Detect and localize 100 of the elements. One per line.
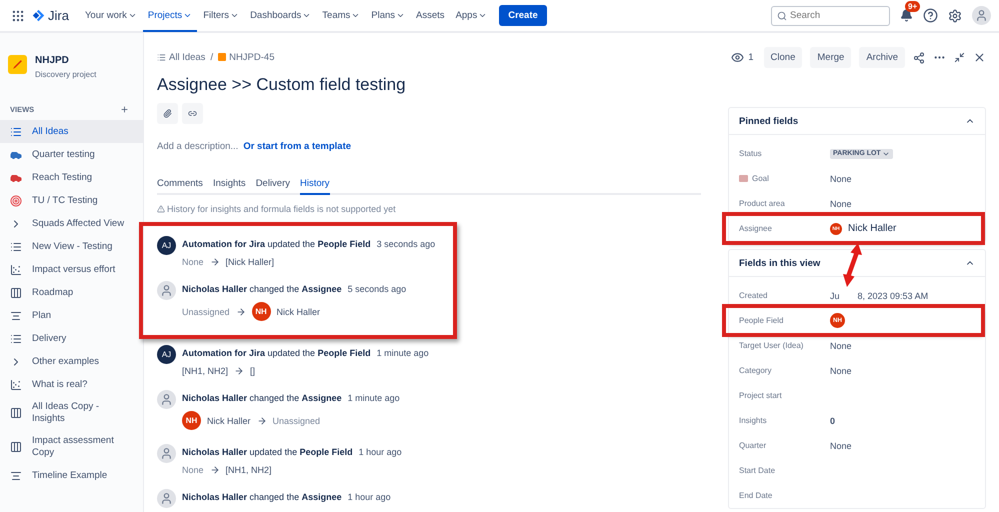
jira-logo-icon [32,9,45,22]
action-button[interactable]: Archive [859,47,905,68]
field-value: None [830,174,852,184]
nav-menu-item[interactable]: Teams [317,1,366,32]
nav-menu-item[interactable]: Your work [80,1,142,32]
sidebar-item[interactable]: Timeline Example [0,464,143,487]
change-value: [NH1, NH2] [226,465,272,475]
tab[interactable]: Comments [157,175,203,195]
sidebar-item[interactable]: Squads Affected View [0,212,143,235]
field-value: None [830,440,852,450]
sidebar-item[interactable]: Quarter testing [0,143,143,166]
change-value: None [182,465,204,475]
link-button[interactable] [182,103,203,124]
user-silhouette-icon [157,390,176,409]
field-label: End Date [739,491,772,500]
action-button[interactable]: Merge [810,47,852,68]
share-icon[interactable] [913,52,925,64]
notification-count-badge: 9+ [905,1,920,12]
breadcrumb-link[interactable]: NHJPD-45 [218,52,274,62]
close-icon[interactable] [973,51,986,64]
user-silhouette-icon [157,489,176,508]
search-field[interactable]: Search [771,6,890,26]
sidebar-item[interactable]: Other examples [0,350,143,373]
history-text: Automation for Jira updated the People Field [182,348,371,358]
change-value: Unassigned [182,306,230,316]
field-value: None [830,366,852,376]
sidebar-item[interactable]: All Ideas Copy - Insights [0,396,143,430]
field-value: Nick Haller [848,223,896,234]
sidebar-item[interactable]: Reach Testing [0,166,143,189]
warning-icon [157,205,165,213]
arrow-right-icon [236,306,246,316]
field-value: None [830,340,852,350]
tab[interactable]: Insights [212,175,246,195]
history-time: 1 minute ago [376,348,429,358]
project-type: Discovery project [35,70,96,79]
field-label: Goal [752,174,769,183]
arrow-right-icon [210,465,220,475]
sidebar-item[interactable]: Plan [0,304,143,327]
sidebar-item[interactable]: Impact assessment Copy [0,430,143,464]
nav-menu-item[interactable]: Apps [450,1,492,32]
create-button[interactable]: Create [499,5,547,26]
breadcrumb-separator: / [210,52,214,62]
card-title: Fields in this view [739,258,820,268]
project-icon [8,55,27,74]
sidebar-item[interactable]: Roadmap [0,281,143,304]
field-label: Product area [739,199,785,208]
paperclip-icon [163,108,172,119]
minimize-icon[interactable] [954,52,965,63]
sidebar-item[interactable]: What is real? [0,373,143,396]
sidebar-item[interactable]: Impact versus effort [0,258,143,281]
action-button[interactable]: Clone [764,47,802,68]
tab[interactable]: History [300,175,330,195]
history-text: Automation for Jira updated the People Field [182,239,371,249]
description-placeholder[interactable]: Add a description... [157,141,238,152]
history-time: 1 hour ago [348,492,391,502]
field-label: People Field [739,316,784,325]
change-value: [NH1, NH2] [182,366,228,376]
template-link[interactable]: Or start from a template [243,141,352,152]
nav-menu-item[interactable]: Filters [198,1,244,32]
field-value: 8, 2023 09:53 AM [858,290,928,300]
field-label: Status [739,149,762,158]
help-icon[interactable] [923,8,938,23]
nav-menu-item[interactable]: Projects [142,1,198,32]
sidebar-item[interactable]: All Ideas [0,120,143,143]
history-text: Nicholas Haller changed the Assignee [182,284,342,294]
nav-menu-item[interactable]: Assets [411,1,450,32]
change-value: None [182,257,204,267]
user-silhouette-icon [157,281,176,300]
attach-button[interactable] [157,103,178,124]
history-text: Nicholas Haller updated the People Field [182,447,353,457]
tab[interactable]: Delivery [256,175,290,195]
field-label: Target User (Idea) [739,341,804,350]
arrow-right-icon [210,257,220,267]
notifications-icon[interactable] [900,9,913,22]
settings-icon[interactable] [948,8,962,22]
sidebar-item[interactable]: TU / TC Testing [0,189,143,212]
field-label: Start Date [739,466,776,475]
add-icon[interactable] [120,105,129,114]
columns-icon [10,441,22,453]
timeline-icon [10,310,22,322]
columns-icon [10,286,22,298]
nav-menu-item[interactable]: Plans [366,1,410,32]
profile-avatar[interactable] [972,6,991,25]
change-value: Nick Haller [276,306,320,316]
sidebar-item[interactable]: New View - Testing [0,235,143,258]
history-time: 5 seconds ago [348,284,406,294]
notice-text: History for insights and formula fields is not supported yet [167,204,396,214]
breadcrumb-link[interactable]: All Ideas [157,52,206,62]
nav-menu-item[interactable]: Dashboards [245,1,316,32]
timeline-icon [10,470,22,482]
history-text: Nicholas Haller changed the Assignee [182,492,342,502]
change-value: [] [250,366,256,376]
field-value: 0 [830,416,836,426]
history-time: 3 seconds ago [376,239,436,249]
product-name: Jira [48,8,69,23]
watchers-button[interactable]: 1 [731,51,754,64]
sidebar-item[interactable]: Delivery [0,327,143,350]
issue-title: Assignee >> Custom field testing [157,75,407,95]
app-switcher-icon[interactable] [11,8,25,22]
field-label: Project start [739,391,782,400]
